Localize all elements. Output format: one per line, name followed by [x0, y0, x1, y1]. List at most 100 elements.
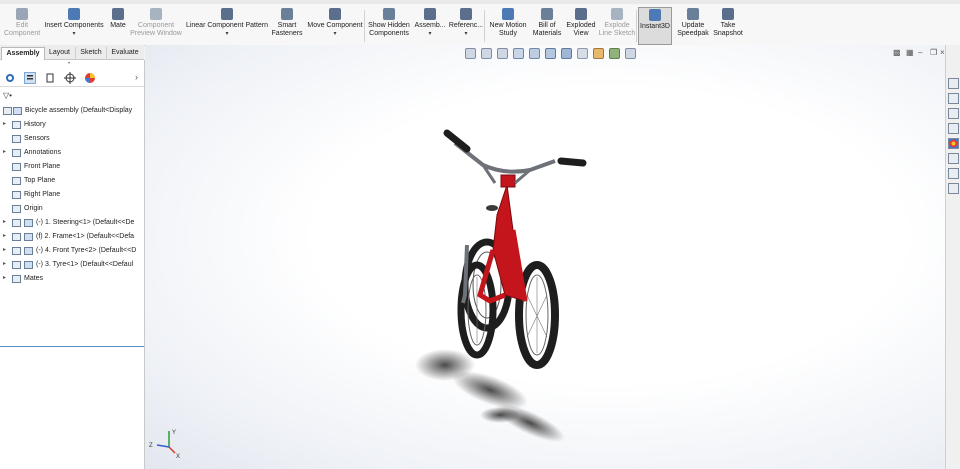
tree-right-plane[interactable]: Right Plane: [0, 188, 144, 201]
new-motion-study-label: New Motion: [489, 22, 527, 29]
tree-item-label: Origin: [24, 205, 43, 212]
tree-origin[interactable]: Origin: [0, 202, 144, 215]
chevron-down-icon[interactable]: ▾: [184, 30, 270, 38]
tree-item-label: Annotations: [24, 149, 61, 156]
tab-evaluate[interactable]: Evaluate: [107, 47, 143, 59]
tab-assembly[interactable]: Assembly: [1, 47, 45, 60]
file-explorer-icon[interactable]: [948, 108, 959, 119]
move-component-button[interactable]: Move Component ▾: [306, 7, 364, 45]
design-library-icon[interactable]: [948, 93, 959, 104]
task-pane-tabs: [945, 45, 960, 469]
graphics-viewport[interactable]: ▩ ▦ – ❐ × Y Z X: [145, 45, 945, 469]
instant3d-label: Instant3D: [640, 23, 670, 30]
show-hidden-components-button[interactable]: Show Hidden Components: [366, 7, 412, 45]
tree-expander-icon[interactable]: ▸: [3, 244, 6, 257]
feature-icon: [12, 149, 21, 157]
tree-annotations[interactable]: ▸ Annotations: [0, 146, 144, 159]
reference-geometry-button[interactable]: Referenc... ▾: [448, 7, 484, 45]
edit-component-label: Edit: [15, 22, 29, 29]
chevron-down-icon[interactable]: ▾: [42, 30, 106, 38]
tab-layout[interactable]: Layout: [44, 47, 76, 59]
display-manager-icon[interactable]: [84, 72, 96, 84]
new-motion-study-label-line2: Study: [499, 30, 517, 37]
custom-properties-icon[interactable]: [948, 153, 959, 164]
chevron-down-icon[interactable]: ▾: [306, 30, 364, 38]
reference-geometry-label: Referenc...: [448, 22, 484, 29]
tree-sensors[interactable]: Sensors: [0, 132, 144, 145]
chevron-down-icon[interactable]: ▾: [414, 30, 446, 38]
tree-mates[interactable]: ▸ Mates: [0, 272, 144, 285]
tree-item-label: (-) 3. Tyre<1> (Default<<Defaul: [36, 261, 134, 268]
tree-front-tyre[interactable]: ▸ (-) 4. Front Tyre<2> (Default<<D: [0, 244, 144, 257]
display-state-icon: [24, 247, 33, 255]
component-preview-window-button[interactable]: Component Preview Window: [130, 7, 182, 45]
tree-expander-icon[interactable]: ▸: [3, 258, 6, 271]
component-preview-window-label-line2: Preview Window: [130, 30, 182, 37]
dimxpert-icon[interactable]: [64, 72, 76, 84]
bill-of-materials-icon: [541, 8, 553, 20]
explode-line-sketch-label-line2: Line Sketch: [598, 30, 636, 37]
bill-of-materials-button[interactable]: Bill of Materials: [532, 7, 562, 45]
exploded-view-button[interactable]: Exploded View: [564, 7, 598, 45]
new-motion-study-button[interactable]: New Motion Study: [486, 7, 530, 45]
tree-steering[interactable]: ▸ (-) 1. Steering<1> (Default<<De: [0, 216, 144, 229]
part-icon: [12, 219, 21, 227]
linear-component-pattern-button[interactable]: Linear Component Pattern ▾: [184, 7, 270, 45]
tree-expander-icon[interactable]: ▸: [3, 118, 6, 131]
tree-root-assembly[interactable]: Bicycle assembly (Default<Display: [0, 104, 144, 117]
solidworks-forum-icon[interactable]: [948, 168, 959, 179]
command-manager-tabs: Assembly Layout Sketch Evaluate: [0, 45, 144, 60]
tree-item-label: Top Plane: [24, 177, 56, 184]
triad-z-label: Z: [149, 443, 153, 449]
chevron-down-icon[interactable]: ▾: [448, 30, 484, 38]
smart-fasteners-button[interactable]: Smart Fasteners: [270, 7, 304, 45]
edit-component-icon: [16, 8, 28, 20]
configuration-manager-icon[interactable]: [44, 72, 56, 84]
component-preview-window-icon: [150, 8, 162, 20]
tree-top-plane[interactable]: Top Plane: [0, 174, 144, 187]
feature-manager-icon[interactable]: [4, 72, 16, 84]
move-component-icon: [329, 8, 341, 20]
tab-sketch[interactable]: Sketch: [76, 47, 107, 59]
triad-x-label: X: [176, 454, 180, 459]
component-preview-window-label: Component: [137, 22, 175, 29]
update-speedpak-button[interactable]: Update Speedpak: [676, 7, 710, 45]
tree-expander-icon[interactable]: ▸: [3, 216, 6, 229]
bicycle-model[interactable]: [145, 45, 945, 469]
tree-front-plane[interactable]: Front Plane: [0, 160, 144, 173]
assembly-icon: [3, 107, 12, 115]
tree-end-divider: [0, 346, 144, 347]
feature-icon: [12, 135, 21, 143]
new-motion-study-icon: [502, 8, 514, 20]
insert-components-button[interactable]: Insert Components ▾: [42, 7, 106, 45]
bill-of-materials-label-line2: Materials: [532, 30, 562, 37]
mate-button[interactable]: Mate: [108, 7, 128, 45]
ribbon-separator: [636, 10, 637, 42]
view-palette-icon[interactable]: [948, 123, 959, 134]
property-manager-icon[interactable]: [24, 72, 36, 84]
front-tyre[interactable]: [515, 261, 559, 369]
tree-expander-icon[interactable]: ▸: [3, 146, 6, 159]
instant3d-icon: [649, 9, 661, 21]
mate-label: Mate: [110, 22, 126, 29]
smart-fasteners-icon: [281, 8, 293, 20]
instant3d-button[interactable]: Instant3D: [638, 7, 672, 45]
tree-tyre[interactable]: ▸ (-) 3. Tyre<1> (Default<<Defaul: [0, 258, 144, 271]
tree-history[interactable]: ▸ History: [0, 118, 144, 131]
tree-frame[interactable]: ▸ (f) 2. Frame<1> (Default<<Defa: [0, 230, 144, 243]
move-component-label: Move Component: [307, 22, 363, 29]
take-snapshot-button[interactable]: Take Snapshot: [712, 7, 744, 45]
tree-expander-icon[interactable]: ▸: [3, 272, 6, 285]
appearances-icon[interactable]: [948, 138, 959, 149]
solidworks-resources-icon[interactable]: [948, 78, 959, 89]
display-state-icon: [13, 107, 22, 115]
assembly-features-button[interactable]: Assemb... ▾: [414, 7, 446, 45]
explode-line-sketch-button[interactable]: Explode Line Sketch: [598, 7, 636, 45]
collaboration-icon[interactable]: [948, 183, 959, 194]
chevron-right-icon[interactable]: ›: [135, 72, 138, 82]
tree-expander-icon[interactable]: ▸: [3, 230, 6, 243]
feature-icon: [12, 275, 21, 283]
edit-component-button[interactable]: Edit Component: [4, 7, 40, 45]
filter-icon[interactable]: ▽•: [3, 91, 12, 100]
panel-collapse-handle[interactable]: •: [68, 61, 70, 67]
